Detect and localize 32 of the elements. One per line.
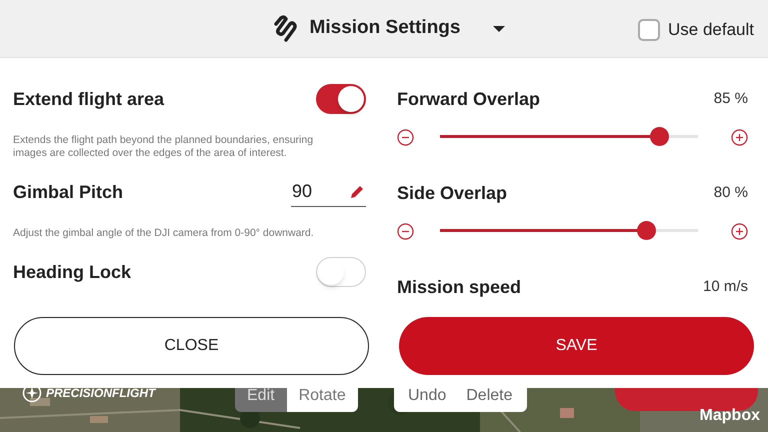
setting-label: Heading Lock	[13, 260, 132, 284]
minus-icon[interactable]	[397, 128, 414, 146]
close-button[interactable]: CLOSE	[14, 317, 369, 375]
toggle-switch[interactable]	[316, 84, 366, 114]
map-attribution: Mapbox	[700, 406, 760, 426]
setting-label: Mission speed	[397, 276, 522, 299]
setting-label: Forward Overlap	[397, 88, 540, 111]
plus-icon[interactable]	[731, 222, 748, 240]
mode-tab[interactable]: Rotate	[286, 388, 358, 412]
plus-icon[interactable]	[731, 128, 748, 146]
dropdown-caret-icon[interactable]	[492, 24, 506, 32]
setting-value: 85 %	[714, 88, 748, 109]
setting-label: Side Overlap	[397, 182, 508, 205]
setting-description: Extends the flight path beyond the planned boundaries, ensuring images are collected over the edges of the area of interest.	[13, 134, 314, 160]
minus-icon[interactable]	[397, 222, 414, 240]
slider-thumb[interactable]	[650, 127, 670, 146]
setting-value: 80 %	[714, 182, 748, 203]
gimbal-pitch-field[interactable]: 90	[291, 177, 366, 207]
save-button[interactable]: SAVE	[399, 317, 754, 375]
setting-value: 10 m/s	[702, 276, 748, 297]
pencil-icon[interactable]	[349, 184, 365, 200]
checkbox[interactable]	[638, 18, 660, 41]
setting-label: Extend flight area	[13, 88, 164, 111]
map-action-button[interactable]: Delete	[456, 388, 522, 412]
brand-logo: PRECISIONFLIGHT	[46, 388, 156, 402]
checkbox-label: Use default	[668, 19, 754, 41]
map-action-button[interactable]: Undo	[398, 388, 456, 412]
setting-label: Gimbal Pitch	[13, 180, 124, 204]
mode-tab[interactable]: Edit	[235, 388, 287, 412]
setting-description: Adjust the gimbal angle of the DJI camera from 0-90° downward.	[13, 227, 315, 240]
screen-title: Mission Settings	[310, 16, 460, 40]
slider-thumb[interactable]	[637, 221, 656, 240]
